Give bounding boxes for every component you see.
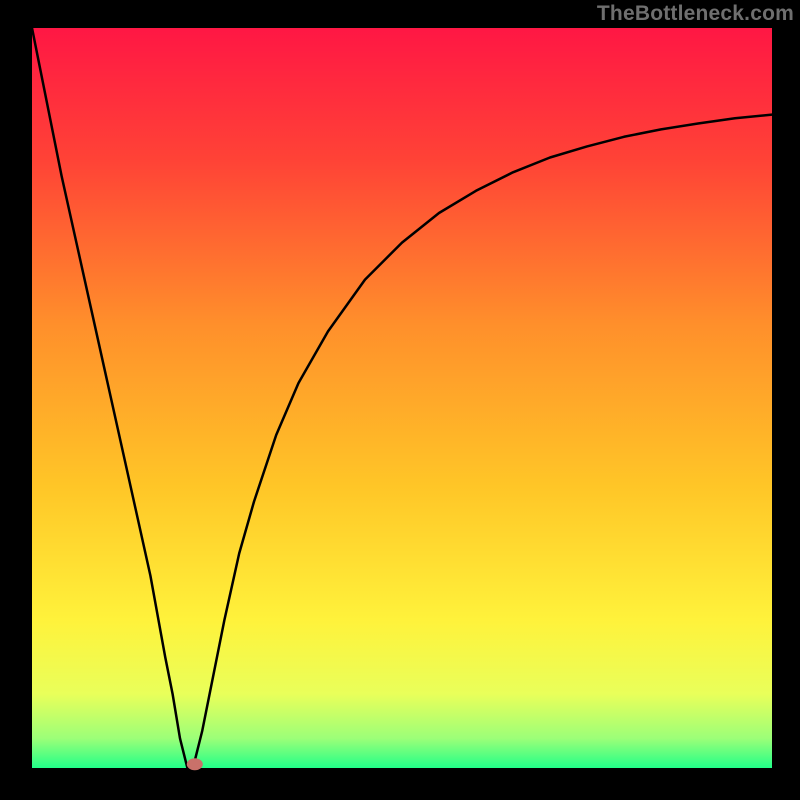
plot-area (32, 28, 772, 768)
optimal-point-marker (187, 758, 203, 770)
bottleneck-chart (0, 0, 800, 800)
watermark-text: TheBottleneck.com (597, 2, 794, 26)
